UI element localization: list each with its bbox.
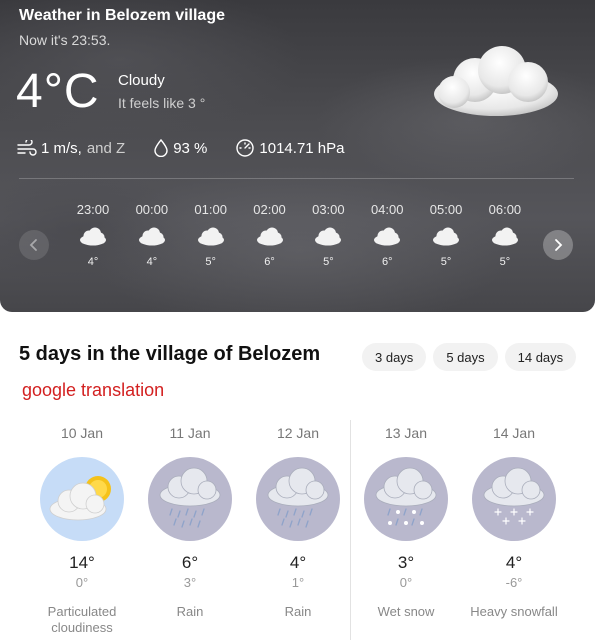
day-min-temp: 3° <box>183 575 197 590</box>
translation-note: google translation <box>22 380 165 400</box>
hour-time: 00:00 <box>135 202 169 217</box>
hour-temp: 6° <box>264 256 275 268</box>
current-time: Now it's 23:53. <box>19 32 111 48</box>
hour-item: 01:00 5° <box>182 202 240 268</box>
day-date: 10 Jan <box>60 425 104 441</box>
cloud-icon <box>314 226 342 252</box>
pressure-value: 1014.71 hPa <box>259 139 345 157</box>
day-max-temp: 4° <box>289 553 307 572</box>
day-min-temp: 0° <box>399 575 413 590</box>
partly-cloudy-icon <box>40 457 124 541</box>
scroll-right-button[interactable] <box>543 230 573 260</box>
daily-forecast: 10 Jan 14° 0° Particulated cloudiness 11… <box>28 425 568 636</box>
day-date: 14 Jan <box>492 425 536 441</box>
cloud-icon <box>197 226 225 252</box>
tab-5-days[interactable]: 5 days <box>433 343 498 371</box>
current-weather-card: Weather in Belozem village Now it's 23:5… <box>0 0 595 312</box>
current-condition: Cloudy <box>118 72 165 89</box>
forecast-title: 5 days in the village of Belozem <box>19 343 321 365</box>
day-item[interactable]: 13 Jan 3° 0° Wet snow <box>352 425 460 636</box>
gauge-icon <box>236 139 255 157</box>
hour-time: 01:00 <box>194 202 227 217</box>
day-description: Rain <box>176 604 204 619</box>
humidity-stat: 93 % <box>153 139 207 157</box>
day-min-temp: -6° <box>505 575 523 590</box>
current-temperature: 4°C <box>16 65 100 118</box>
day-description: Particulated cloudiness <box>47 604 117 635</box>
drop-icon <box>154 139 168 157</box>
range-tabs: 3 days 5 days 14 days <box>362 343 583 371</box>
wet-snow-icon <box>364 457 448 541</box>
day-item[interactable]: 14 Jan 4° -6° Heavy snowfall <box>460 425 568 636</box>
day-max-temp: 6° <box>181 553 199 572</box>
hour-temp: 5° <box>205 256 216 268</box>
humidity-value: 93 % <box>173 139 208 157</box>
tab-3-days[interactable]: 3 days <box>362 343 427 371</box>
day-max-temp: 4° <box>505 553 523 572</box>
hour-temp: 5° <box>440 256 452 268</box>
wind-speed: 1 m/s, <box>41 139 82 157</box>
cloud-icon <box>79 226 107 252</box>
day-description: Wet snow <box>377 604 435 619</box>
hour-time: 06:00 <box>488 202 522 217</box>
hour-temp: 6° <box>381 256 393 268</box>
day-min-temp: 0° <box>75 575 89 590</box>
hour-temp: 5° <box>323 256 334 268</box>
pressure-stat: 1014.71 hPa <box>235 139 344 157</box>
hour-item: 06:00 5° <box>476 202 534 268</box>
hour-temp: 4° <box>146 256 158 268</box>
day-max-temp: 3° <box>397 553 415 572</box>
hour-item: 23:00 4° <box>64 202 122 268</box>
hour-time: 05:00 <box>429 202 463 217</box>
cloud-icon <box>256 226 284 252</box>
hour-time: 03:00 <box>312 202 345 217</box>
feels-like: It feels like 3 ° <box>118 95 206 111</box>
hour-time: 04:00 <box>370 202 404 217</box>
cloud-icon <box>430 44 562 125</box>
cloud-icon <box>373 226 401 252</box>
cloud-icon <box>138 226 166 252</box>
divider <box>19 178 574 179</box>
wind-stat: 1 m/s, and Z <box>17 140 125 157</box>
snowfall-icon <box>472 457 556 541</box>
hourly-forecast: 23:00 4° 00:00 4° 01:00 5° 02:00 6° 03:0… <box>64 202 534 268</box>
cloud-icon <box>491 226 519 252</box>
current-stats: 1 m/s, and Z 93 % 1014.71 hPa <box>17 138 372 158</box>
chevron-right-icon <box>555 239 563 251</box>
hour-item: 05:00 5° <box>417 202 475 268</box>
chevron-left-icon <box>29 239 37 251</box>
hour-item: 04:00 6° <box>358 202 416 268</box>
day-date: 11 Jan <box>169 425 211 441</box>
day-max-temp: 14° <box>69 553 95 572</box>
day-item[interactable]: 11 Jan 6° 3° Rain <box>136 425 244 636</box>
day-description: Rain <box>284 604 312 619</box>
wind-icon <box>17 140 37 156</box>
cloud-icon <box>432 226 460 252</box>
hour-time: 23:00 <box>76 202 110 217</box>
day-date: 12 Jan <box>276 425 320 441</box>
rain-icon <box>148 457 232 541</box>
hour-item: 02:00 6° <box>241 202 299 268</box>
scroll-left-button[interactable] <box>19 230 49 260</box>
weather-title: Weather in Belozem village <box>19 7 225 24</box>
day-item[interactable]: 12 Jan 4° 1° Rain <box>244 425 352 636</box>
hour-time: 02:00 <box>253 202 286 217</box>
wind-direction: and Z <box>86 139 126 157</box>
hour-item: 03:00 5° <box>299 202 357 268</box>
hour-temp: 4° <box>87 256 99 268</box>
hour-temp: 5° <box>499 256 511 268</box>
day-min-temp: 1° <box>291 575 305 590</box>
day-item[interactable]: 10 Jan 14° 0° Particulated cloudiness <box>28 425 136 636</box>
day-date: 13 Jan <box>384 425 428 441</box>
rain-icon <box>256 457 340 541</box>
day-description: Heavy snowfall <box>470 604 558 619</box>
hour-item: 00:00 4° <box>123 202 181 268</box>
tab-14-days[interactable]: 14 days <box>504 343 577 371</box>
